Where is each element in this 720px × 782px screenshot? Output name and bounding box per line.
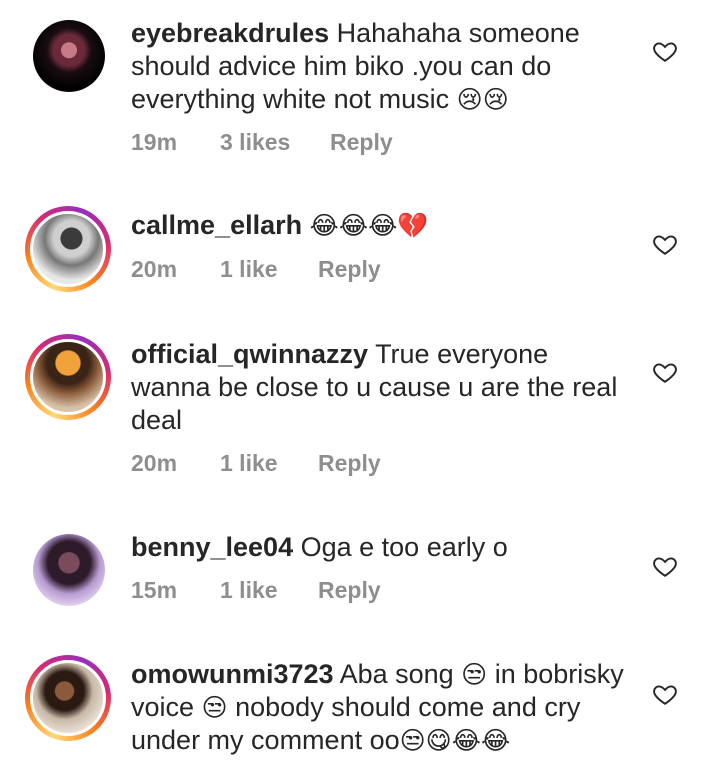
avatar-image	[30, 211, 106, 287]
comment-timestamp: 20m	[131, 256, 178, 282]
avatar-image	[30, 660, 106, 736]
reply-button[interactable]: Reply	[318, 450, 381, 477]
comment-text: eyebreakdrules Hahahaha someone should a…	[131, 17, 631, 116]
comment-meta: 19m 3 likes Reply	[131, 129, 393, 156]
avatar-image	[30, 339, 106, 415]
comment-timestamp: 20m	[131, 450, 178, 476]
avatar[interactable]	[25, 334, 111, 420]
comment-timestamp: 15m	[131, 577, 178, 603]
comment-username[interactable]: eyebreakdrules	[131, 18, 329, 48]
comment-username[interactable]: benny_lee04	[131, 532, 293, 562]
avatar-image	[33, 534, 105, 606]
reply-button[interactable]: Reply	[318, 256, 381, 283]
heart-outline-icon[interactable]	[652, 231, 678, 257]
comment-meta: 20m 1 like Reply	[131, 256, 381, 283]
avatar-image	[33, 20, 105, 92]
comment-emoji: 😢😢	[456, 85, 509, 114]
reply-button[interactable]: Reply	[318, 577, 381, 604]
comment-username[interactable]: omowunmi3723	[131, 659, 334, 689]
heart-outline-icon[interactable]	[652, 38, 678, 64]
comment-emoji: 😂😂😂💔	[309, 211, 429, 240]
comment-username[interactable]: callme_ellarh	[131, 210, 302, 240]
comment-emoji: 😒	[461, 660, 488, 689]
comment-text: omowunmi3723 Aba song 😒 in bobrisky voic…	[131, 658, 631, 757]
comment-likes[interactable]: 1 like	[220, 450, 318, 477]
comment-body: Oga e too early o	[300, 532, 508, 562]
reply-button[interactable]: Reply	[330, 129, 393, 156]
comment-timestamp: 19m	[131, 129, 178, 155]
heart-outline-icon[interactable]	[652, 553, 678, 579]
comment-username[interactable]: official_qwinnazzy	[131, 339, 368, 369]
comment-body: Aba song	[339, 659, 462, 689]
avatar[interactable]	[25, 655, 111, 741]
avatar[interactable]	[25, 206, 111, 292]
comment-emoji: 😒😋😂😂	[399, 726, 511, 755]
comment-likes[interactable]: 1 like	[220, 577, 318, 604]
comment-text: benny_lee04 Oga e too early o	[131, 531, 631, 564]
comment-likes[interactable]: 1 like	[220, 256, 318, 283]
avatar[interactable]	[33, 20, 105, 92]
comment-text: official_qwinnazzy True everyone wanna b…	[131, 338, 631, 437]
comment-emoji: 😒	[201, 693, 228, 722]
comment-likes[interactable]: 3 likes	[220, 129, 330, 156]
comment-meta: 20m 1 like Reply	[131, 450, 381, 477]
comment-meta: 15m 1 like Reply	[131, 577, 381, 604]
comment-text: callme_ellarh 😂😂😂💔	[131, 209, 631, 242]
heart-outline-icon[interactable]	[652, 681, 678, 707]
heart-outline-icon[interactable]	[652, 359, 678, 385]
avatar[interactable]	[33, 534, 105, 606]
